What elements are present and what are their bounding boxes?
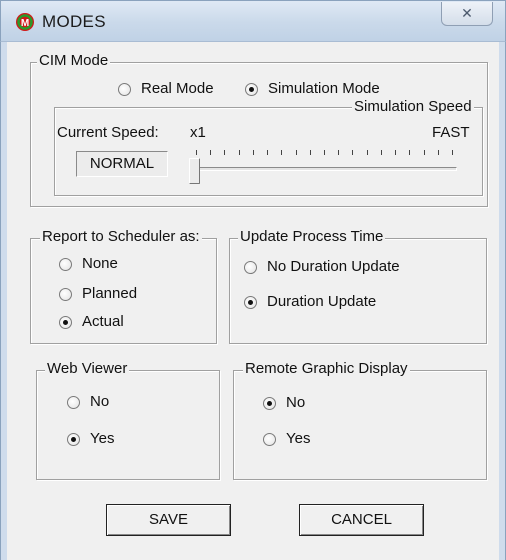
- simulation-mode-radio[interactable]: [245, 83, 258, 96]
- report-to-scheduler-legend: Report to Scheduler as:: [40, 228, 202, 245]
- duration-update-radio[interactable]: [244, 296, 257, 309]
- cim-mode-legend: CIM Mode: [37, 52, 111, 69]
- speed-slider-tick: [309, 150, 311, 155]
- speed-slider-tick: [267, 150, 269, 155]
- web-viewer-legend: Web Viewer: [45, 360, 130, 377]
- speed-slider-tick: [281, 150, 283, 155]
- speed-slider-tick: [423, 150, 425, 155]
- window-frame-left: [0, 42, 7, 560]
- simulation-speed-legend: Simulation Speed: [352, 98, 474, 115]
- report-planned-radio[interactable]: [59, 288, 72, 301]
- close-button[interactable]: ✕: [441, 2, 493, 26]
- web-viewer-no-label[interactable]: No: [90, 394, 109, 410]
- save-button[interactable]: SAVE: [106, 504, 231, 536]
- remote-display-no-label[interactable]: No: [286, 395, 305, 411]
- real-mode-radio[interactable]: [118, 83, 131, 96]
- close-icon: ✕: [461, 5, 473, 21]
- update-process-time-legend: Update Process Time: [238, 228, 386, 245]
- simulation-mode-label[interactable]: Simulation Mode: [268, 81, 380, 97]
- remote-display-yes-radio[interactable]: [263, 433, 276, 446]
- speed-slider-thumb[interactable]: [189, 158, 200, 184]
- remote-graphic-display-group: [233, 370, 487, 480]
- window-title: MODES: [42, 12, 106, 31]
- cim-logo-icon: M: [16, 13, 34, 31]
- speed-slider-tick: [224, 150, 226, 155]
- report-none-label[interactable]: None: [82, 256, 118, 272]
- web-viewer-yes-radio[interactable]: [67, 433, 80, 446]
- cancel-button[interactable]: CANCEL: [299, 504, 424, 536]
- speed-slider-tick: [409, 150, 411, 155]
- speed-slider-tick: [238, 150, 240, 155]
- speed-slider-tick: [395, 150, 397, 155]
- report-actual-label[interactable]: Actual: [82, 314, 124, 330]
- real-mode-label[interactable]: Real Mode: [141, 81, 214, 97]
- update-process-time-group: [229, 238, 487, 344]
- svg-text:M: M: [21, 18, 29, 29]
- speed-slider-tick: [252, 150, 254, 155]
- speed-slider-tick: [366, 150, 368, 155]
- title-bar[interactable]: M MODES ✕: [0, 0, 506, 42]
- current-speed-value: NORMAL: [76, 151, 168, 177]
- speed-slider-tick: [352, 150, 354, 155]
- window-frame-right: [499, 42, 506, 560]
- web-viewer-group: [36, 370, 220, 480]
- speed-slider-tick: [338, 150, 340, 155]
- speed-slider-tick: [295, 150, 297, 155]
- report-planned-label[interactable]: Planned: [82, 286, 137, 302]
- duration-update-label[interactable]: Duration Update: [267, 294, 376, 310]
- report-none-radio[interactable]: [59, 258, 72, 271]
- speed-slider-tick: [452, 150, 453, 155]
- remote-graphic-display-legend: Remote Graphic Display: [243, 360, 410, 377]
- speed-slider-track[interactable]: [193, 167, 457, 171]
- web-viewer-yes-label[interactable]: Yes: [90, 431, 114, 447]
- remote-display-yes-label[interactable]: Yes: [286, 431, 310, 447]
- report-actual-radio[interactable]: [59, 316, 72, 329]
- no-duration-update-label[interactable]: No Duration Update: [267, 259, 400, 275]
- speed-max-label: FAST: [432, 124, 470, 141]
- speed-slider-tick: [437, 150, 439, 155]
- speed-slider-tick: [380, 150, 382, 155]
- speed-slider-tick: [324, 150, 325, 155]
- web-viewer-no-radio[interactable]: [67, 396, 80, 409]
- current-speed-label: Current Speed:: [57, 124, 159, 141]
- modes-dialog: M MODES ✕ CIM Mode Real Mode Simulation …: [0, 0, 506, 560]
- speed-min-label: x1: [190, 124, 206, 141]
- speed-slider-tick: [196, 150, 197, 155]
- speed-slider-tick: [210, 150, 212, 155]
- no-duration-update-radio[interactable]: [244, 261, 257, 274]
- remote-display-no-radio[interactable]: [263, 397, 276, 410]
